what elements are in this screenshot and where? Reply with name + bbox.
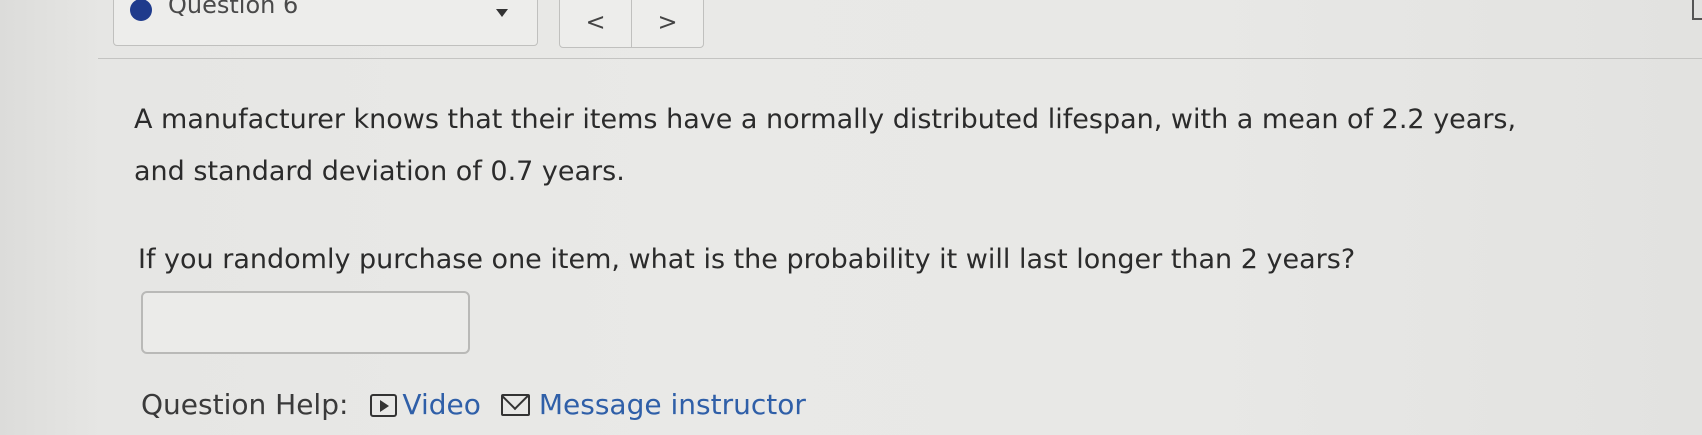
question-nav: < > [559, 0, 704, 48]
question-select[interactable]: Question 6 [113, 0, 538, 46]
previous-question-button[interactable]: < [560, 0, 632, 47]
next-question-button[interactable]: > [632, 0, 703, 47]
status-dot-icon [130, 0, 152, 21]
message-instructor-link[interactable]: Message instructor [500, 388, 806, 421]
question-text: A manufacturer knows that their items ha… [134, 104, 1517, 187]
message-instructor-label: Message instructor [538, 388, 806, 421]
question-prompt: If you randomly purchase one item, what … [138, 244, 1356, 275]
header-divider [98, 58, 1702, 59]
question-help: Question Help: Video Message instructor [141, 391, 826, 419]
window-edge [1692, 0, 1702, 20]
video-link[interactable]: Video [370, 388, 481, 421]
video-link-label: Video [402, 388, 481, 421]
question-label: Question 6 [168, 0, 299, 19]
question-help-label: Question Help: [141, 388, 349, 421]
answer-input[interactable] [141, 291, 470, 354]
play-icon [370, 393, 398, 417]
chevron-down-icon [496, 9, 508, 17]
envelope-icon [500, 394, 530, 416]
